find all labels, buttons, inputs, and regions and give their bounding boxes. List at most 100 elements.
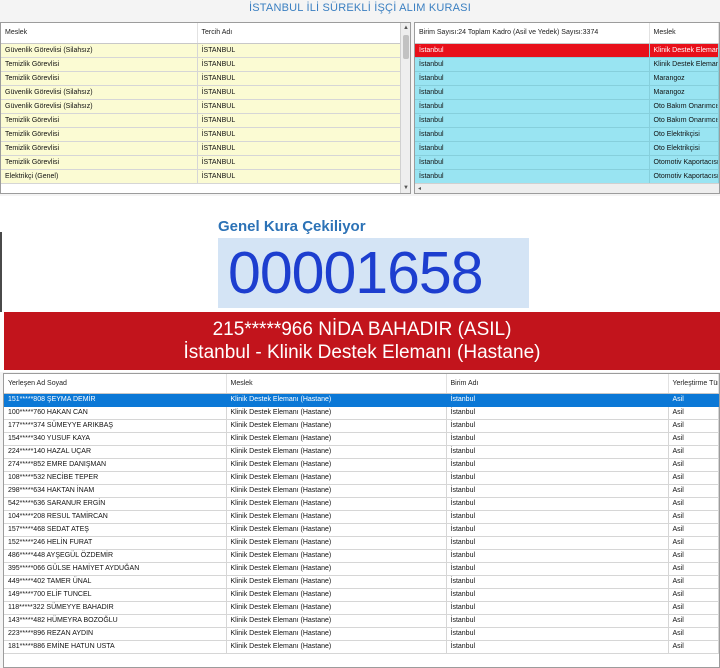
table-row[interactable]: İstanbul Otomotiv Kaportacısı (415, 169, 719, 184)
table-row[interactable]: Güvenlik Görevlisi (Silahsız) İSTANBUL (1, 85, 410, 100)
scroll-down-arrow-icon[interactable]: ▼ (401, 183, 410, 193)
table-row[interactable]: İstanbul Oto Elektrikçisi (415, 141, 719, 156)
table-row[interactable]: İstanbul Marangoz (415, 71, 719, 86)
table-row[interactable]: 486*****448 AYŞEGÜL ÖZDEMİR Klinik Destek… (4, 549, 719, 563)
horizontal-scrollbar[interactable]: ◂ (415, 183, 719, 193)
table-cell: Otomotiv Kaportacısı (649, 155, 719, 170)
table-row[interactable]: 151*****808 ŞEYMA DEMİR Klinik Destek Ele… (4, 393, 719, 407)
preference-grid[interactable]: Meslek Tercih Adı Güvenlik Görevlisi (Si… (0, 22, 411, 194)
table-cell: İstanbul (415, 127, 650, 142)
table-cell: Klinik Destek Elemanı (Hastane) (226, 471, 447, 485)
table-row[interactable]: 100*****760 HAKAN CAN Klinik Destek Elema… (4, 406, 719, 420)
table-cell: Otomotiv Kaportacısı (649, 169, 719, 184)
table-cell: Asil (668, 575, 719, 589)
table-row[interactable]: Temizlik Görevlisi İSTANBUL (1, 57, 410, 72)
table-row[interactable]: Temizlik Görevlisi İSTANBUL (1, 113, 410, 128)
column-header-yerlestirme-turu[interactable]: Yerleştirme Türü (668, 374, 719, 394)
table-cell: Temizlik Görevlisi (1, 127, 198, 142)
table-cell: İstanbul (446, 510, 669, 524)
table-cell: İSTANBUL (197, 141, 410, 156)
table-cell: Temizlik Görevlisi (1, 71, 198, 86)
table-cell: Klinik Destek Elemanı (Hastane) (226, 640, 447, 654)
table-cell: Asil (668, 406, 719, 420)
table-row[interactable]: 143*****482 HÜMEYRA BOZOĞLU Klinik Destek… (4, 614, 719, 628)
table-row[interactable]: 149*****700 ELİF TUNCEL Klinik Destek Ele… (4, 588, 719, 602)
table-row[interactable]: 177*****374 SÜMEYYE ARIKBAŞ Klinik Destek… (4, 419, 719, 433)
table-cell: Marangoz (649, 71, 719, 86)
table-row[interactable]: 181*****886 EMİNE HATUN USTA Klinik Deste… (4, 640, 719, 654)
table-row[interactable]: 108*****532 NECİBE TEPER Klinik Destek El… (4, 471, 719, 485)
table-row[interactable]: İstanbul Otomotiv Kaportacısı (415, 155, 719, 170)
table-row[interactable]: İstanbulOto Bakım Onarımcısı (O (415, 113, 719, 128)
table-cell: 223*****896 REZAN AYDIN (4, 627, 227, 641)
table-row[interactable]: 154*****340 YUSUF KAYA Klinik Destek Elem… (4, 432, 719, 446)
table-row[interactable]: 449*****402 TAMER ÜNAL Klinik Destek Elem… (4, 575, 719, 589)
table-row[interactable]: 118*****322 SÜMEYYE BAHADIR Klinik Destek… (4, 601, 719, 615)
table-cell: Temizlik Görevlisi (1, 57, 198, 72)
table-cell: İstanbul (446, 523, 669, 537)
column-header-ad-soyad[interactable]: Yerleşen Ad Soyad (4, 374, 227, 394)
table-row[interactable]: 224*****140 HAZAL UÇAR Klinik Destek Elem… (4, 445, 719, 459)
table-cell: Asil (668, 562, 719, 576)
table-cell: Güvenlik Görevlisi (Silahsız) (1, 43, 198, 58)
table-cell: Klinik Destek Elemanı (Hastane) (226, 393, 447, 407)
table-cell: İstanbul (446, 627, 669, 641)
table-row[interactable]: 298*****634 HAKTAN İNAM Klinik Destek Ele… (4, 484, 719, 498)
table-cell: 449*****402 TAMER ÜNAL (4, 575, 227, 589)
app-title: İSTANBUL İLİ SÜREKLİ İŞÇİ ALIM KURASI (249, 2, 471, 14)
table-cell: İstanbul (446, 536, 669, 550)
vertical-scrollbar[interactable]: ▲ ▼ (400, 23, 410, 193)
column-header-meslek[interactable]: Meslek (226, 374, 447, 394)
table-cell: İstanbul (446, 419, 669, 433)
table-header-row: Yerleşen Ad Soyad Meslek Birim Adı Yerle… (4, 374, 719, 394)
table-row[interactable]: 104*****208 RESUL TAMİRCAN Klinik Destek … (4, 510, 719, 524)
scroll-up-arrow-icon[interactable]: ▲ (401, 23, 410, 33)
table-cell: Klinik Destek Elemanı (Hastane) (226, 432, 447, 446)
table-row[interactable]: Temizlik Görevlisi İSTANBUL (1, 141, 410, 156)
column-header-birim-sayisi[interactable]: Birim Sayısı:24 Toplam Kadro (Asil ve Ye… (415, 23, 650, 44)
table-cell: 181*****886 EMİNE HATUN USTA (4, 640, 227, 654)
column-header-tercih-adi[interactable]: Tercih Adı (197, 23, 410, 44)
table-row[interactable]: İstanbul Marangoz (415, 85, 719, 100)
table-row[interactable]: 542*****636 SARANUR ERGİN Klinik Destek E… (4, 497, 719, 511)
table-row[interactable]: 157*****468 SEDAT ATEŞ Klinik Destek Elem… (4, 523, 719, 537)
table-cell: Asil (668, 393, 719, 407)
scroll-thumb[interactable] (403, 35, 409, 59)
column-header-meslek[interactable]: Meslek (1, 23, 198, 44)
table-row[interactable]: Temizlik Görevlisi İSTANBUL (1, 155, 410, 170)
table-cell: 224*****140 HAZAL UÇAR (4, 445, 227, 459)
table-cell: Asil (668, 419, 719, 433)
table-cell: İstanbul (415, 57, 650, 72)
table-row[interactable]: İstanbulKlinik Destek Elemanı (K (415, 57, 719, 72)
table-row[interactable]: Güvenlik Görevlisi (Silahsız) İSTANBUL (1, 43, 410, 58)
scroll-left-arrow-icon[interactable]: ◂ (418, 186, 421, 192)
table-cell: Asil (668, 640, 719, 654)
table-cell: Temizlik Görevlisi (1, 155, 198, 170)
table-row[interactable]: 223*****896 REZAN AYDIN Klinik Destek Ele… (4, 627, 719, 641)
table-row[interactable]: Temizlik Görevlisi İSTANBUL (1, 71, 410, 86)
table-cell: Klinik Destek Elemanı (Hastane) (226, 562, 447, 576)
table-row[interactable]: İstanbul Oto Elektrikçisi (415, 127, 719, 142)
table-cell: 143*****482 HÜMEYRA BOZOĞLU (4, 614, 227, 628)
table-row[interactable]: 274*****852 EMRE DANIŞMAN Klinik Destek E… (4, 458, 719, 472)
results-grid[interactable]: Yerleşen Ad Soyad Meslek Birim Adı Yerle… (3, 373, 720, 668)
table-row[interactable]: Temizlik Görevlisi İSTANBUL (1, 127, 410, 142)
table-cell: Klinik Destek Elemanı (Hastane) (226, 497, 447, 511)
table-cell: İstanbul (446, 393, 669, 407)
column-header-birim-adi[interactable]: Birim Adı (446, 374, 669, 394)
table-row[interactable]: Güvenlik Görevlisi (Silahsız) İSTANBUL (1, 99, 410, 114)
table-row[interactable]: 152*****246 HELİN FURAT Klinik Destek Ele… (4, 536, 719, 550)
table-cell: İstanbul (415, 169, 650, 184)
table-cell: Asil (668, 471, 719, 485)
table-row[interactable]: İstanbulOto Bakım Onarımcısı (O (415, 99, 719, 114)
table-row[interactable]: İstanbulKlinik Destek Elemanı (H (415, 43, 719, 58)
table-cell: 108*****532 NECİBE TEPER (4, 471, 227, 485)
column-header-meslek[interactable]: Meslek (649, 23, 719, 44)
unit-grid[interactable]: Birim Sayısı:24 Toplam Kadro (Asil ve Ye… (414, 22, 720, 194)
table-row[interactable]: 395*****066 GÜLSE HAMİYET AYDUĞAN Klinik … (4, 562, 719, 576)
table-cell: İstanbul (446, 471, 669, 485)
unit-table: Birim Sayısı:24 Toplam Kadro (Asil ve Ye… (415, 23, 719, 184)
table-row[interactable]: Elektrikçi (Genel) İSTANBUL (1, 169, 410, 184)
table-cell: Klinik Destek Elemanı (Hastane) (226, 588, 447, 602)
table-cell: İSTANBUL (197, 85, 410, 100)
